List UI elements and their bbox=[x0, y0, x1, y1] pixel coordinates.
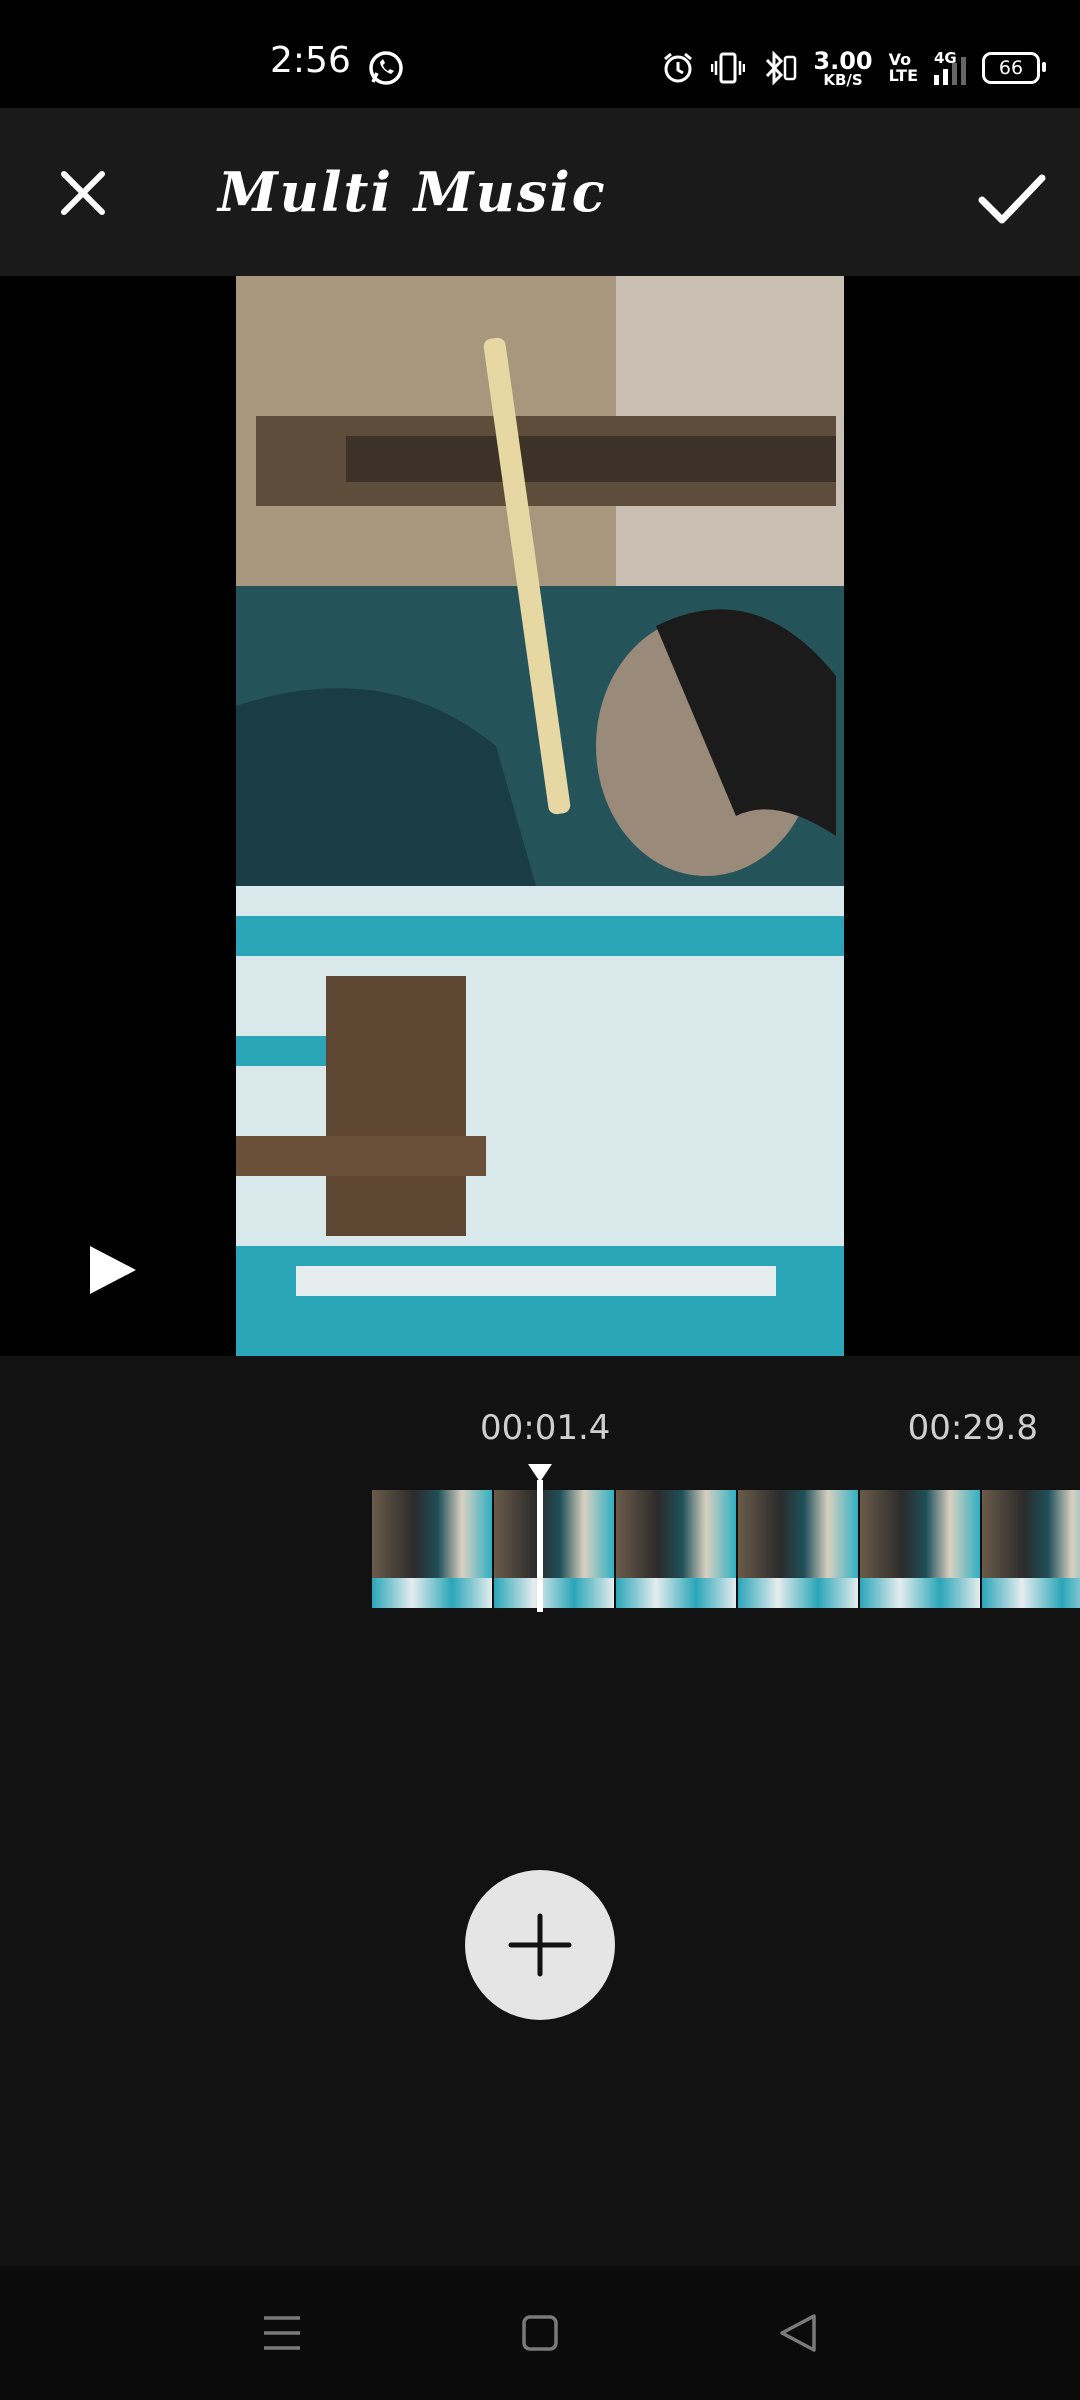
top-toolbar: Multi Music bbox=[0, 108, 1080, 276]
signal-icon: 4G bbox=[934, 49, 966, 85]
play-icon[interactable] bbox=[84, 1242, 140, 1298]
video-frame bbox=[236, 276, 844, 1356]
filmstrip-thumbnail bbox=[982, 1490, 1080, 1608]
video-preview[interactable] bbox=[0, 276, 1080, 1356]
network-type: 4G bbox=[934, 49, 957, 67]
network-speed-unit: KB/S bbox=[823, 70, 863, 89]
close-icon[interactable] bbox=[40, 152, 126, 238]
add-music-button[interactable] bbox=[465, 1870, 615, 2020]
playhead[interactable] bbox=[537, 1480, 543, 1612]
current-time: 00:01.4 bbox=[480, 1408, 611, 1448]
filmstrip-thumbnail bbox=[494, 1490, 616, 1608]
bluetooth-icon bbox=[766, 51, 797, 85]
filmstrip-thumbnail bbox=[616, 1490, 738, 1608]
video-image bbox=[236, 276, 844, 1356]
battery-icon: 66 bbox=[982, 52, 1046, 84]
filmstrip-thumbnail bbox=[860, 1490, 982, 1608]
status-icons: 3.00 KB/S Vo LTE 4G 66 bbox=[661, 46, 1046, 90]
vibrate-icon bbox=[711, 52, 746, 84]
network-speed: 3.00 KB/S bbox=[813, 49, 872, 88]
battery-level: 66 bbox=[998, 57, 1024, 79]
alarm-icon bbox=[664, 52, 693, 83]
menu-icon[interactable] bbox=[262, 2310, 302, 2356]
home-icon[interactable] bbox=[520, 2310, 560, 2356]
timeline-area: 00:01.4 00:29.8 bbox=[0, 1356, 1080, 2266]
page-title: Multi Music bbox=[218, 160, 607, 224]
status-bar: 2:56 3.00 KB/S Vo LTE 4G 66 bbox=[0, 0, 1080, 108]
network-speed-value: 3.00 bbox=[813, 46, 873, 75]
check-icon[interactable] bbox=[966, 158, 1056, 238]
plus-icon bbox=[508, 1913, 572, 1977]
total-duration: 00:29.8 bbox=[907, 1408, 1038, 1448]
whatsapp-icon bbox=[369, 51, 403, 85]
volte-indicator: Vo LTE bbox=[889, 52, 918, 84]
back-icon[interactable] bbox=[776, 2310, 820, 2356]
status-time: 2:56 bbox=[270, 40, 351, 81]
volte-bottom: LTE bbox=[888, 66, 918, 85]
navigation-bar bbox=[0, 2266, 1080, 2400]
video-filmstrip[interactable] bbox=[372, 1490, 1080, 1608]
filmstrip-thumbnail bbox=[738, 1490, 860, 1608]
filmstrip-thumbnail bbox=[372, 1490, 494, 1608]
